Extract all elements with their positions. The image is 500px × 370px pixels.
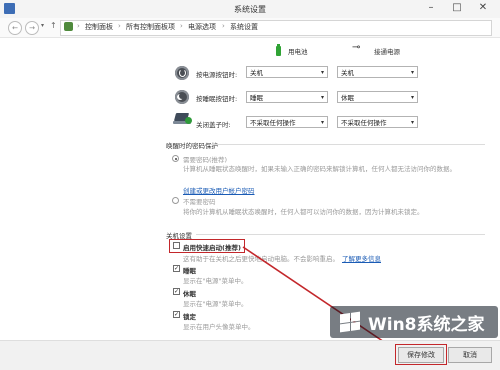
watermark-text: Win8系统之家 [368, 315, 485, 335]
windows-logo-icon [340, 311, 360, 333]
cancel-button[interactable]: 取消 [448, 347, 492, 363]
save-button[interactable]: 保存修改 [398, 347, 444, 363]
